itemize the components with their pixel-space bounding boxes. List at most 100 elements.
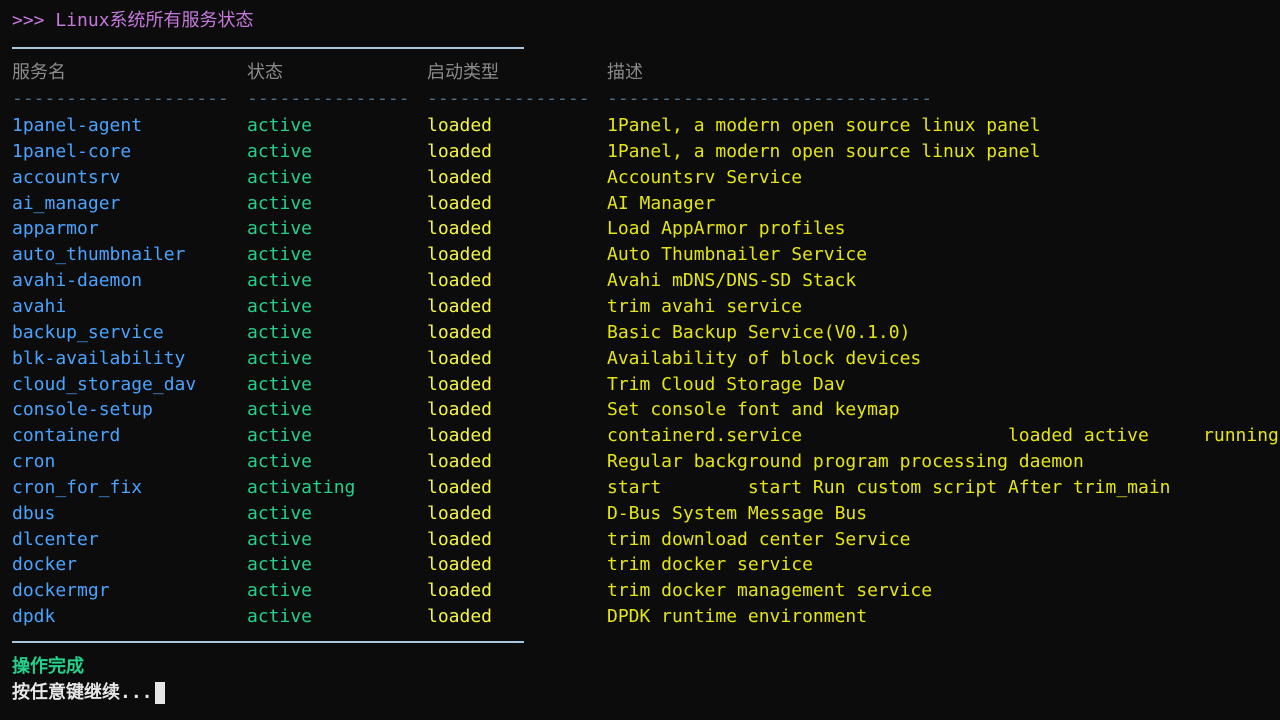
dash-status: --------------- [247,88,410,109]
service-name-cell: auto_thumbnailer [12,244,186,266]
table-row: cron_for_fix activating loaded start start … [0,475,1280,501]
description-cell: Avahi mDNS/DNS-SD Stack [607,270,857,292]
service-name-cell: cloud_storage_dav [12,373,197,395]
top-divider [12,47,524,49]
table-row: dpdk active loaded DPDK runtime environment [0,604,1280,630]
service-name-cell: blk-availability [12,347,186,369]
status-cell: active [247,321,313,343]
service-name-cell: containerd [12,425,121,447]
table-row: auto_thumbnailer active loaded Auto Thumbna… [0,242,1280,268]
startup-type-cell: loaded [427,166,493,188]
bottom-divider [12,641,524,643]
table-row: cron active loaded Regular background progr… [0,449,1280,475]
description-cell: AI Manager [607,192,716,214]
startup-type-cell: loaded [427,321,493,343]
header-service-name: 服务名 [12,62,66,83]
description-cell: D-Bus System Message Bus [607,502,868,524]
table-row: accountsrv active loaded Accountsrv Service [0,165,1280,191]
startup-type-cell: loaded [427,425,493,447]
table-row: containerd active loaded containerd.service… [0,423,1280,449]
startup-type-cell: loaded [427,554,493,576]
table-row: cloud_storage_dav active loaded Trim Cloud … [0,372,1280,398]
table-row: console-setup active loaded Set console fon… [0,397,1280,423]
description-cell: start start Run custom script After trim… [607,476,1171,498]
status-cell: active [247,554,313,576]
startup-type-cell: loaded [427,295,493,317]
startup-type-cell: loaded [427,528,493,550]
service-name-cell: backup_service [12,321,164,343]
description-cell: Accountsrv Service [607,166,803,188]
table-row: avahi active loaded trim avahi service [0,294,1280,320]
status-cell: active [247,347,313,369]
description-cell: trim docker service [607,554,813,576]
startup-type-cell: loaded [427,476,493,498]
status-cell: active [247,192,313,214]
description-cell: Trim Cloud Storage Dav [607,373,846,395]
description-cell: 1Panel, a modern open source linux panel [607,140,1041,162]
startup-type-cell: loaded [427,140,493,162]
status-cell: active [247,528,313,550]
description-cell: Auto Thumbnailer Service [607,244,868,266]
description-cell: Basic Backup Service(V0.1.0) [607,321,911,343]
description-cell: Regular background program processing da… [607,451,1084,473]
continue-prompt[interactable]: 按任意键继续... [12,682,165,704]
description-cell: 1Panel, a modern open source linux panel [607,115,1041,136]
status-cell: active [247,115,313,136]
startup-type-cell: loaded [427,399,493,421]
service-name-cell: dpdk [12,606,56,628]
status-cell: active [247,295,313,317]
service-name-cell: dbus [12,502,56,524]
status-cell: active [247,451,313,473]
service-name-cell: cron_for_fix [12,476,143,498]
status-cell: active [247,270,313,292]
startup-type-cell: loaded [427,606,493,628]
startup-type-cell: loaded [427,244,493,266]
service-name-cell: dockermgr [12,580,110,602]
status-cell: active [247,244,313,266]
table-row: apparmor active loaded Load AppArmor profil… [0,216,1280,242]
description-cell: containerd.service loaded active running [607,425,1279,447]
table-row: dlcenter active loaded trim download center… [0,527,1280,553]
status-cell: active [247,399,313,421]
service-name-cell: 1panel-agent [12,115,143,136]
table-row: 1panel-core active loaded 1Panel, a modern … [0,139,1280,165]
service-name-cell: dlcenter [12,528,99,550]
terminal-title: >>> Linux系统所有服务状态 [12,10,254,31]
table-row: backup_service active loaded Basic Backup S… [0,320,1280,346]
header-startup-type: 启动类型 [427,62,499,83]
startup-type-cell: loaded [427,451,493,473]
continue-prompt-text: 按任意键继续... [12,682,153,703]
done-message: 操作完成 [12,656,84,677]
dash-service-name: -------------------- [12,88,229,109]
status-cell: active [247,425,313,447]
startup-type-cell: loaded [427,192,493,214]
description-cell: Set console font and keymap [607,399,900,421]
startup-type-cell: loaded [427,347,493,369]
service-name-cell: apparmor [12,218,99,240]
status-cell: active [247,502,313,524]
table-row: 1panel-agent active loaded 1Panel, a modern… [0,113,1280,139]
service-name-cell: accountsrv [12,166,121,188]
status-cell: active [247,373,313,395]
service-name-cell: 1panel-core [12,140,132,162]
status-cell: active [247,580,313,602]
service-name-cell: docker [12,554,78,576]
description-cell: Load AppArmor profiles [607,218,846,240]
startup-type-cell: loaded [427,270,493,292]
service-name-cell: console-setup [12,399,153,421]
status-cell: activating [247,476,356,498]
status-cell: active [247,166,313,188]
description-cell: trim docker management service [607,580,933,602]
table-row: avahi-daemon active loaded Avahi mDNS/DNS-S… [0,268,1280,294]
startup-type-cell: loaded [427,373,493,395]
header-status: 状态 [247,62,283,83]
dash-startup-type: --------------- [427,88,590,109]
description-cell: DPDK runtime environment [607,606,868,628]
header-description: 描述 [607,62,643,83]
description-cell: trim download center Service [607,528,911,550]
status-cell: active [247,606,313,628]
terminal-window[interactable]: >>> Linux系统所有服务状态 服务名 状态 启动类型 描述 -------… [0,0,1280,720]
text-cursor [154,682,165,704]
table-row: dockermgr active loaded trim docker managem… [0,578,1280,604]
startup-type-cell: loaded [427,218,493,240]
